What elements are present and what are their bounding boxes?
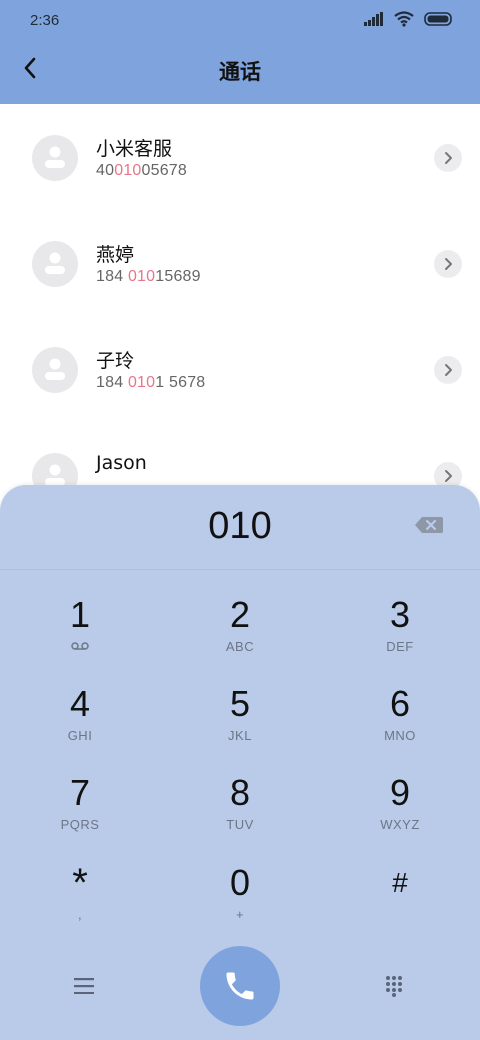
person-icon	[45, 358, 65, 380]
person-icon	[45, 252, 65, 274]
contact-number: 184 01015689	[96, 268, 201, 285]
header-bar: 2:36 通话	[0, 0, 480, 104]
key-digit: 2	[229, 594, 251, 635]
dialed-number: 010	[208, 505, 272, 547]
voicemail-icon	[71, 642, 89, 650]
contact-number: 4001005678	[96, 162, 187, 179]
contact-number: 184 0101 5678	[96, 374, 206, 391]
key-digit: 1	[69, 594, 91, 635]
backspace-button[interactable]	[414, 513, 444, 537]
dial-pad: 010 1 2 ABC 3 DEF 4 GHI 5 JKL 6 MNO 7 PQ…	[0, 485, 480, 1040]
backspace-icon	[415, 517, 443, 533]
key-digit: 6	[389, 683, 411, 724]
key-digit: 8	[229, 772, 251, 813]
dialpad-toggle-button[interactable]	[374, 969, 414, 1003]
status-icons	[364, 11, 454, 27]
key-digit: 0	[229, 862, 251, 903]
key-digit: 4	[69, 683, 91, 724]
menu-icon	[74, 978, 94, 994]
key-9[interactable]: 9 WXYZ	[320, 773, 480, 862]
key-letters: ,	[77, 907, 83, 922]
key-letters: PQRS	[60, 817, 100, 832]
contact-name: 子玲	[96, 350, 135, 372]
key-letters: GHI	[67, 728, 93, 743]
dialpad-icon	[386, 976, 402, 997]
avatar	[32, 241, 78, 287]
battery-icon	[424, 12, 452, 26]
key-letters: +	[235, 907, 245, 922]
contact-detail-button[interactable]	[434, 250, 462, 278]
contact-detail-button[interactable]	[434, 356, 462, 384]
key-5[interactable]: 5 JKL	[160, 684, 320, 773]
key-7[interactable]: 7 PQRS	[0, 773, 160, 862]
key-digit: 5	[229, 683, 251, 724]
key-0[interactable]: 0 +	[160, 863, 320, 952]
wifi-icon	[394, 11, 414, 27]
key-digit: 9	[389, 772, 411, 813]
phone-icon	[226, 972, 254, 1000]
key-hash[interactable]: #	[320, 863, 480, 952]
key-digit: 3	[389, 594, 411, 635]
key-1[interactable]: 1	[0, 595, 160, 684]
page-title: 通话	[219, 60, 261, 84]
key-letters: JKL	[228, 728, 252, 743]
key-letters: ABC	[225, 639, 255, 654]
signal-icon	[364, 12, 383, 26]
key-letters: TUV	[226, 817, 254, 832]
contact-row[interactable]: 燕婷 184 01015689	[0, 210, 480, 316]
key-digit: *	[72, 861, 88, 905]
chevron-right-icon	[445, 258, 452, 270]
avatar	[32, 135, 78, 181]
chevron-right-icon	[445, 152, 452, 164]
key-letters: DEF	[386, 639, 414, 654]
person-icon	[45, 146, 65, 168]
contact-row[interactable]: 小米客服 4001005678	[0, 104, 480, 210]
key-letters: WXYZ	[380, 817, 420, 832]
contact-list: 小米客服 4001005678 燕婷 184 01015689 子玲 184 0…	[0, 104, 480, 528]
key-star[interactable]: * ,	[0, 863, 160, 952]
key-digit: 7	[69, 772, 91, 813]
chevron-right-icon	[445, 470, 452, 482]
status-time: 2:36	[30, 12, 60, 29]
menu-button[interactable]	[64, 971, 104, 1001]
avatar	[32, 347, 78, 393]
divider	[0, 569, 480, 570]
key-6[interactable]: 6 MNO	[320, 684, 480, 773]
key-digit: #	[392, 867, 408, 898]
chevron-right-icon	[445, 364, 452, 376]
contact-name: Jason	[96, 452, 147, 474]
contact-row[interactable]: 子玲 184 0101 5678	[0, 316, 480, 422]
contact-name: 小米客服	[96, 138, 173, 160]
key-3[interactable]: 3 DEF	[320, 595, 480, 684]
key-2[interactable]: 2 ABC	[160, 595, 320, 684]
key-letters: MNO	[384, 728, 416, 743]
contact-detail-button[interactable]	[434, 144, 462, 172]
call-button[interactable]	[200, 946, 280, 1026]
key-4[interactable]: 4 GHI	[0, 684, 160, 773]
key-8[interactable]: 8 TUV	[160, 773, 320, 862]
contact-name: 燕婷	[96, 244, 135, 266]
